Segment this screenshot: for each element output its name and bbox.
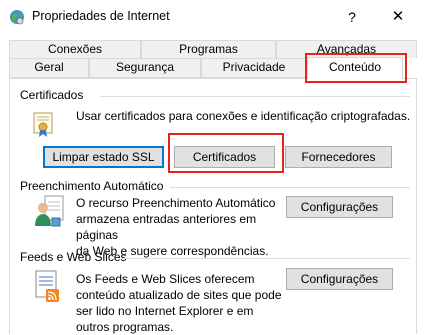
- autocomplete-settings-button[interactable]: Configurações: [286, 196, 393, 218]
- certificates-divider: [100, 96, 410, 97]
- feeds-desc-line: Os Feeds e Web Slices oferecem: [76, 272, 255, 286]
- certificates-heading: Certificados: [20, 88, 84, 102]
- tab-geral[interactable]: Geral: [9, 58, 89, 78]
- tab-avancadas[interactable]: Avançadas: [276, 40, 417, 58]
- tab-conteudo[interactable]: Conteúdo: [307, 57, 403, 79]
- autocomplete-desc-line: armazena entradas anteriores em páginas: [76, 212, 257, 242]
- tab-privacidade[interactable]: Privacidade: [201, 58, 307, 78]
- feeds-desc-line: outros programas.: [76, 320, 174, 334]
- certificates-description: Usar certificados para conexões e identi…: [76, 109, 411, 123]
- feeds-desc-line: ser lido no Internet Explorer e em: [76, 304, 254, 318]
- feeds-icon: [35, 270, 59, 302]
- certificate-icon: [33, 112, 53, 137]
- help-button[interactable]: ?: [338, 6, 366, 28]
- certificates-button[interactable]: Certificados: [174, 146, 275, 168]
- autocomplete-desc-line: O recurso Preenchimento Automático: [76, 196, 276, 210]
- feeds-desc-line: conteúdo atualizado de sites que pode: [76, 288, 282, 302]
- feeds-divider: [122, 258, 410, 259]
- tab-conexoes[interactable]: Conexões: [9, 40, 141, 58]
- internet-options-icon: [10, 10, 24, 25]
- title-bar: Propriedades de Internet ? ✕: [0, 0, 426, 34]
- window-title: Propriedades de Internet: [32, 9, 170, 23]
- autocomplete-user-icon: [35, 195, 64, 227]
- feeds-heading: Feeds e Web Slices: [20, 250, 127, 264]
- close-button[interactable]: ✕: [384, 6, 412, 28]
- tab-programas[interactable]: Programas: [141, 40, 276, 58]
- publishers-button[interactable]: Fornecedores: [285, 146, 392, 168]
- clear-ssl-state-button[interactable]: Limpar estado SSL: [43, 146, 164, 168]
- tab-seguranca[interactable]: Segurança: [89, 58, 201, 78]
- autocomplete-heading: Preenchimento Automático: [20, 179, 164, 193]
- feeds-description: Os Feeds e Web Slices oferecem conteúdo …: [76, 271, 286, 335]
- autocomplete-divider: [170, 187, 410, 188]
- feeds-settings-button[interactable]: Configurações: [286, 268, 393, 290]
